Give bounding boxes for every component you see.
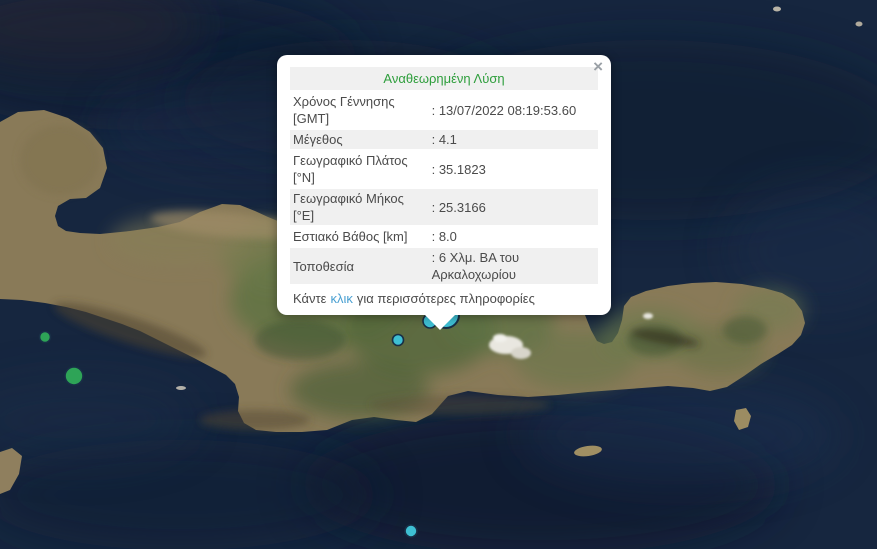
earthquake-marker[interactable] [391, 333, 405, 347]
field-value-latitude: : 35.1823 [431, 161, 486, 177]
field-value-location: : 6 Χλμ. ΒΑ του Αρκαλοχωρίου [428, 248, 598, 284]
earthquake-marker[interactable] [404, 524, 418, 538]
field-label-magnitude: Μέγεθος [290, 130, 429, 149]
map-view: × Αναθεωρημένη Λύση Χρόνος Γέννησης [GMT… [0, 0, 877, 549]
field-value-origin-time: : 13/07/2022 08:19:53.60 [431, 102, 577, 118]
field-label-longitude: Γεωγραφικό Μήκος [°E] [290, 189, 429, 225]
field-label-depth: Εστιακό Βάθος [km] [293, 229, 408, 244]
popup-footer: Κάντε κλικ για περισσότερες πληροφορίες [290, 290, 598, 307]
earthquake-marker[interactable] [64, 366, 84, 386]
popup-title: Αναθεωρημένη Λύση [290, 67, 598, 90]
footer-text-suffix: για περισσότερες πληροφορίες [356, 291, 535, 306]
earthquake-marker[interactable] [38, 330, 52, 344]
field-label-origin-time: Χρόνος Γέννησης [GMT] [293, 94, 395, 126]
earthquake-popup: × Αναθεωρημένη Λύση Χρόνος Γέννησης [GMT… [277, 55, 611, 330]
event-details-table: Αναθεωρημένη Λύση Χρόνος Γέννησης [GMT] … [290, 65, 598, 286]
popup-tail [424, 314, 456, 330]
field-label-latitude: Γεωγραφικό Πλάτος [°N] [293, 153, 408, 185]
field-value-magnitude: : 4.1 [428, 130, 598, 149]
field-label-location: Τοποθεσία [290, 248, 429, 284]
more-info-link[interactable]: κλικ [330, 291, 352, 306]
field-value-depth: : 8.0 [431, 229, 457, 244]
field-value-longitude: : 25.3166 [428, 189, 598, 225]
footer-text-prefix: Κάντε [293, 291, 327, 306]
close-icon[interactable]: × [593, 58, 603, 75]
